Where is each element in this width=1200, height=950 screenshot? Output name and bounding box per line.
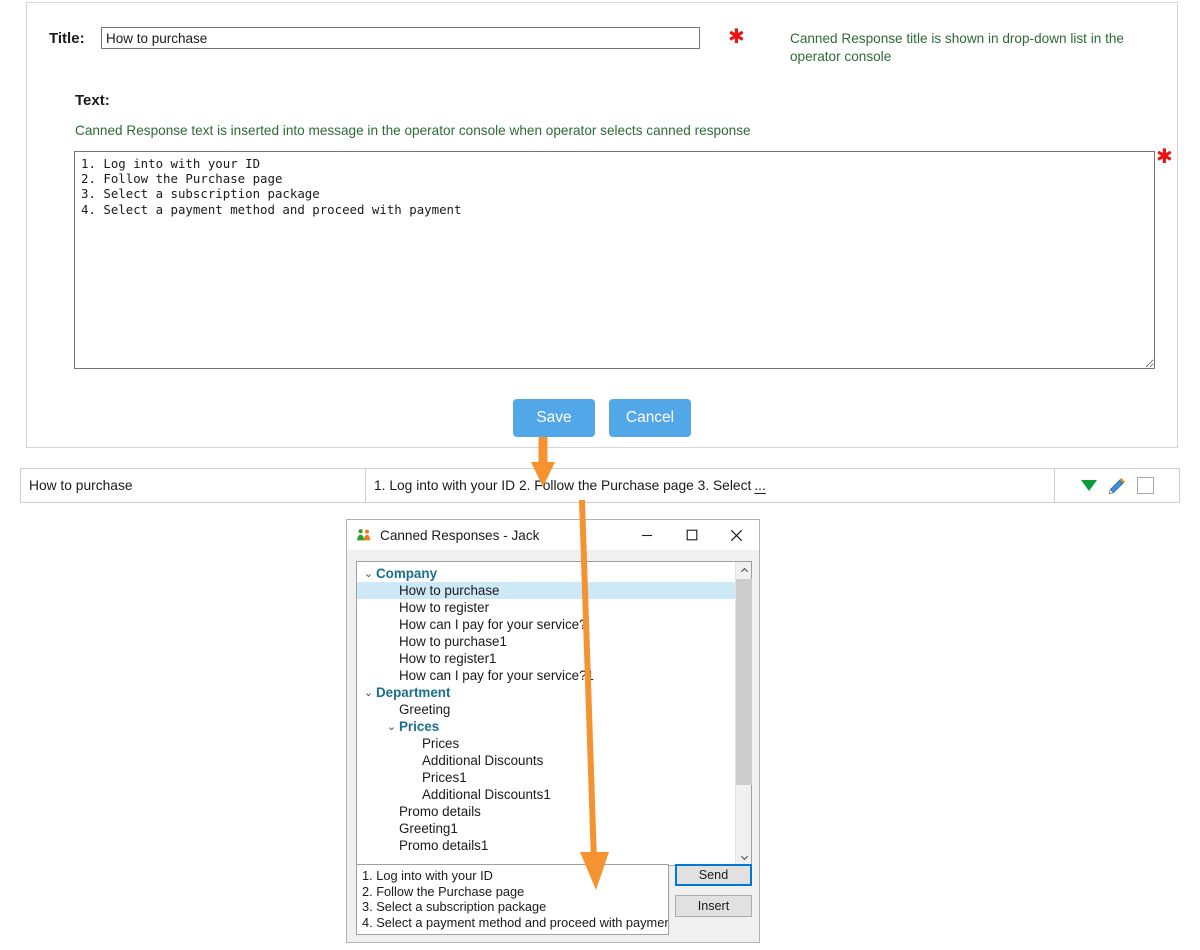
tree-item[interactable]: ⌄Prices — [357, 718, 735, 735]
tree-item-label: Promo details1 — [399, 838, 489, 853]
chevron-down-icon[interactable]: ⌄ — [361, 565, 376, 582]
cancel-button[interactable]: Cancel — [609, 399, 691, 437]
tree-item[interactable]: ⌄Additional Discounts — [357, 752, 735, 769]
tree-item-label: Prices1 — [422, 770, 467, 785]
tree-item-label: How to purchase1 — [399, 634, 507, 649]
table-row-title-cell[interactable]: How to purchase — [21, 469, 366, 502]
caret-down-icon[interactable] — [1080, 480, 1097, 491]
screen-root: Title: ✱ Canned Response title is shown … — [0, 0, 1200, 950]
table-row-text: 1. Log into with your ID 2. Follow the P… — [374, 478, 752, 493]
tree-item-label: Additional Discounts1 — [422, 787, 551, 802]
title-required-marker: ✱ — [728, 24, 745, 48]
chevron-up-icon[interactable] — [736, 562, 752, 578]
tree-item-label: Additional Discounts — [422, 753, 544, 768]
title-label: Title: — [49, 29, 85, 47]
save-button[interactable]: Save — [513, 399, 595, 437]
tree-item[interactable]: ⌄Greeting1 — [357, 820, 735, 837]
checkbox-icon[interactable] — [1136, 477, 1154, 494]
message-input-box[interactable]: 1. Log into with your ID 2. Follow the P… — [356, 864, 669, 935]
tree-item-label: How can I pay for your service?1 — [399, 668, 594, 683]
title-field-row: Title: — [49, 27, 700, 49]
form-button-row: Save Cancel — [27, 399, 1177, 437]
text-label: Text: — [75, 92, 110, 109]
dialog-action-buttons: Send Insert — [675, 864, 752, 917]
canned-responses-dialog: Canned Responses - Jack ⌄Company⌄How to … — [346, 519, 760, 943]
table-row-title: How to purchase — [29, 478, 133, 493]
chevron-down-icon[interactable] — [736, 849, 752, 865]
table-row-actions-cell — [1055, 469, 1179, 502]
tree-item-label: Promo details — [399, 804, 481, 819]
tree-item[interactable]: ⌄ Company — [357, 565, 735, 582]
canned-responses-tree: ⌄Company⌄How to purchase⌄How to register… — [356, 561, 752, 866]
pencil-icon[interactable] — [1108, 477, 1126, 495]
send-button[interactable]: Send — [675, 864, 752, 886]
tree-item-label: Prices — [422, 736, 460, 751]
tree-item[interactable]: ⌄How to purchase1 — [357, 633, 735, 650]
response-text-textarea[interactable]: 1. Log into with your ID 2. Follow the P… — [74, 151, 1155, 369]
chevron-down-icon[interactable]: ⌄ — [361, 684, 376, 701]
people-icon — [356, 527, 372, 543]
tree-item-label: How can I pay for your service? — [399, 617, 587, 632]
text-field-wrapper: 1. Log into with your ID 2. Follow the P… — [74, 151, 1155, 374]
tree-item[interactable]: ⌄Promo details1 — [357, 837, 735, 854]
expand-text-link[interactable]: ... — [754, 478, 766, 493]
text-hint-text: Canned Response text is inserted into me… — [75, 123, 751, 138]
tree-item[interactable]: ⌄Prices — [357, 735, 735, 752]
tree-item-label: Greeting — [399, 702, 451, 717]
canned-responses-table: How to purchase 1. Log into with your ID… — [20, 468, 1180, 503]
tree-item-label: How to register1 — [399, 651, 497, 666]
tree-item[interactable]: ⌄How to register1 — [357, 650, 735, 667]
dialog-title: Canned Responses - Jack — [380, 527, 540, 543]
chevron-down-icon[interactable]: ⌄ — [384, 718, 399, 735]
close-icon[interactable] — [714, 520, 759, 551]
title-hint-text: Canned Response title is shown in drop-d… — [790, 31, 1124, 64]
tree-item-label: Department — [376, 685, 451, 700]
tree-item[interactable]: ⌄Greeting — [357, 701, 735, 718]
text-required-marker: ✱ — [1156, 144, 1173, 168]
tree-item[interactable]: ⌄How to purchase — [357, 582, 735, 599]
tree-item[interactable]: ⌄Additional Discounts1 — [357, 786, 735, 803]
scrollbar-thumb[interactable] — [736, 579, 752, 785]
maximize-icon[interactable] — [669, 520, 714, 551]
tree-item-label: Greeting1 — [399, 821, 458, 836]
dialog-titlebar[interactable]: Canned Responses - Jack — [347, 520, 759, 551]
tree-item[interactable]: ⌄How can I pay for your service? — [357, 616, 735, 633]
title-input[interactable] — [101, 27, 700, 49]
tree-item-label: How to purchase — [399, 583, 500, 598]
tree-item[interactable]: ⌄Promo details — [357, 803, 735, 820]
tree-item[interactable]: ⌄ Department — [357, 684, 735, 701]
tree-item[interactable]: ⌄How to register — [357, 599, 735, 616]
tree-scrollbar[interactable] — [735, 562, 752, 865]
canned-response-form-panel: Title: ✱ Canned Response title is shown … — [26, 2, 1178, 448]
tree-item[interactable]: ⌄How can I pay for your service?1 — [357, 667, 735, 684]
tree-item-label: Company — [376, 566, 438, 581]
minimize-icon[interactable] — [624, 520, 669, 551]
insert-button[interactable]: Insert — [675, 895, 752, 917]
tree-item[interactable]: ⌄Prices1 — [357, 769, 735, 786]
tree-item-label: Prices — [399, 719, 440, 734]
tree-item-label: How to register — [399, 600, 490, 615]
table-row-text-cell[interactable]: 1. Log into with your ID 2. Follow the P… — [366, 469, 1055, 502]
tree-list[interactable]: ⌄Company⌄How to purchase⌄How to register… — [357, 562, 735, 865]
